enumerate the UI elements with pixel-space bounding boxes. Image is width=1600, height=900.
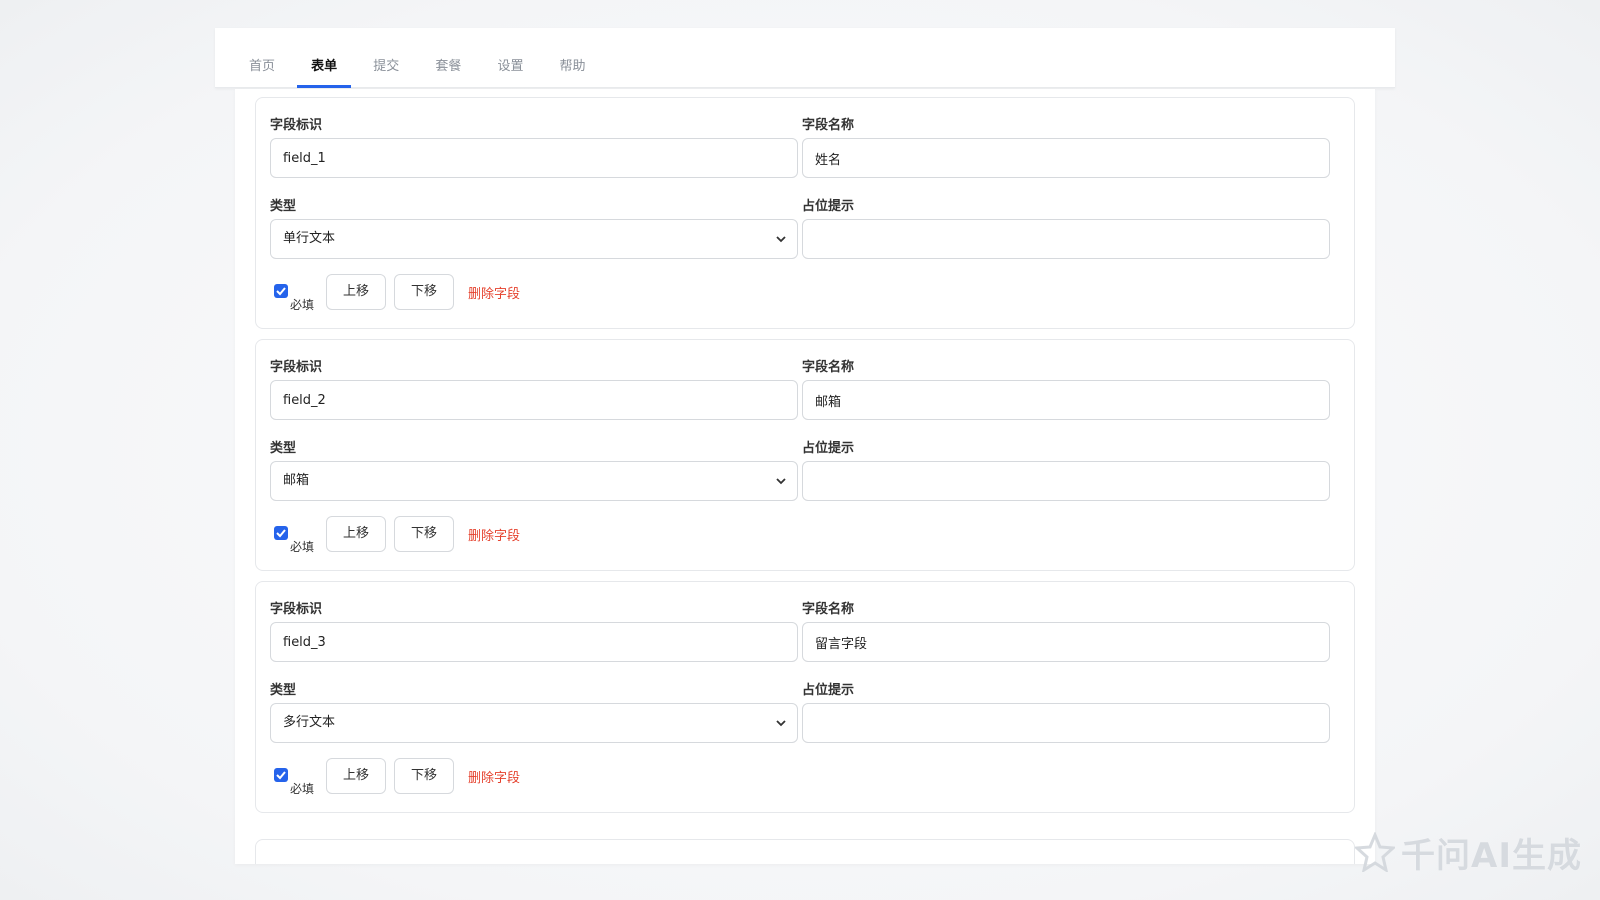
- type-select-value: 邮箱: [283, 473, 310, 488]
- field-id-input[interactable]: [270, 622, 798, 662]
- required-checkbox[interactable]: [274, 526, 288, 540]
- field-name-input[interactable]: [802, 380, 1330, 420]
- placeholder-input[interactable]: [802, 703, 1330, 743]
- type-label: 类型: [270, 441, 297, 456]
- required-checkbox[interactable]: [274, 284, 288, 298]
- tab-home[interactable]: 首页: [235, 28, 289, 88]
- delete-field-link[interactable]: 删除字段: [468, 767, 520, 786]
- field-card: 字段标识 字段名称 类型 占位提示 多行文本 必填 上移 下移 删除字段: [255, 581, 1355, 813]
- placeholder-label: 占位提示: [802, 683, 855, 698]
- field-name-label: 字段名称: [802, 602, 855, 617]
- move-down-button[interactable]: 下移: [394, 758, 454, 794]
- star-logo-icon: [1355, 832, 1395, 872]
- placeholder-input[interactable]: [802, 219, 1330, 259]
- field-name-label: 字段名称: [802, 360, 855, 375]
- move-down-button[interactable]: 下移: [394, 274, 454, 310]
- field-id-input[interactable]: [270, 380, 798, 420]
- tab-form[interactable]: 表单: [297, 28, 352, 88]
- watermark: 千问AI生成: [1355, 830, 1582, 876]
- placeholder-input[interactable]: [802, 461, 1330, 501]
- watermark-text: 千问AI生成: [1401, 835, 1582, 876]
- check-icon: [276, 529, 286, 538]
- type-select-value: 多行文本: [283, 715, 336, 730]
- required-label: 必填: [290, 782, 315, 796]
- tab-plans[interactable]: 套餐: [421, 28, 475, 88]
- type-select[interactable]: 邮箱: [270, 461, 798, 501]
- field-name-label: 字段名称: [802, 118, 855, 133]
- type-select[interactable]: 单行文本: [270, 219, 798, 259]
- type-select[interactable]: 多行文本: [270, 703, 798, 743]
- tab-bar: 首页 表单 提交 套餐 设置 帮助: [215, 28, 1395, 88]
- delete-field-link[interactable]: 删除字段: [468, 525, 520, 544]
- chevron-down-icon: [776, 720, 786, 727]
- field-name-input[interactable]: [802, 138, 1330, 178]
- field-id-label: 字段标识: [270, 118, 323, 133]
- move-up-button[interactable]: 上移: [326, 516, 386, 552]
- field-card: 字段标识 字段名称 类型 占位提示 单行文本 必填 上移 下移 删除字段: [255, 97, 1355, 329]
- move-up-button[interactable]: 上移: [326, 758, 386, 794]
- field-card: 字段标识 字段名称 类型 占位提示 邮箱 必填 上移 下移 删除字段: [255, 339, 1355, 571]
- tab-submissions[interactable]: 提交: [359, 28, 413, 88]
- field-card-partial: [255, 839, 1355, 864]
- field-id-input[interactable]: [270, 138, 798, 178]
- placeholder-label: 占位提示: [802, 441, 855, 456]
- check-icon: [276, 287, 286, 296]
- field-name-input[interactable]: [802, 622, 1330, 662]
- type-select-value: 单行文本: [283, 231, 336, 246]
- type-label: 类型: [270, 683, 297, 698]
- check-icon: [276, 771, 286, 780]
- field-id-label: 字段标识: [270, 360, 323, 375]
- tab-settings[interactable]: 设置: [483, 28, 537, 88]
- field-id-label: 字段标识: [270, 602, 323, 617]
- type-label: 类型: [270, 199, 297, 214]
- tab-help[interactable]: 帮助: [546, 28, 600, 88]
- delete-field-link[interactable]: 删除字段: [468, 283, 520, 302]
- required-label: 必填: [290, 540, 315, 554]
- move-down-button[interactable]: 下移: [394, 516, 454, 552]
- move-up-button[interactable]: 上移: [326, 274, 386, 310]
- required-checkbox[interactable]: [274, 768, 288, 782]
- required-label: 必填: [290, 298, 315, 312]
- placeholder-label: 占位提示: [802, 199, 855, 214]
- chevron-down-icon: [776, 478, 786, 485]
- form-editor-panel: 字段标识 字段名称 类型 占位提示 单行文本 必填 上移 下移 删除字段 字段标…: [235, 89, 1375, 864]
- chevron-down-icon: [776, 236, 786, 243]
